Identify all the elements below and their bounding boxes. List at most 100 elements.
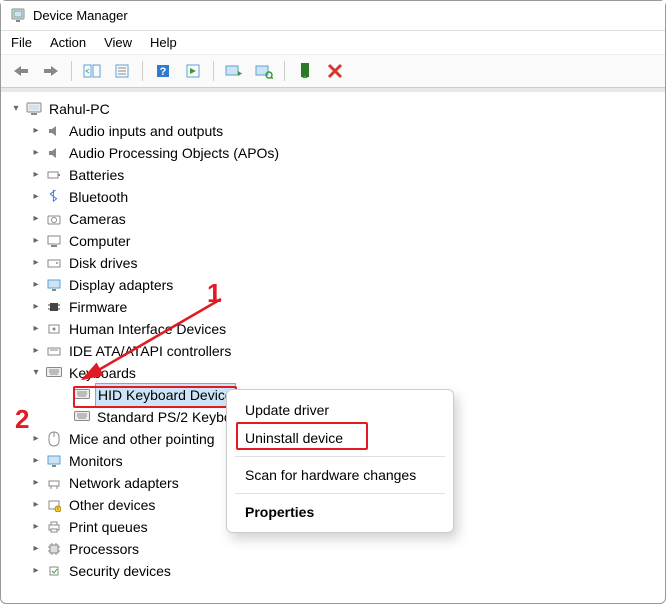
svg-text:!: ! (57, 507, 58, 512)
chevron-right-icon[interactable]: ▸ (29, 168, 43, 182)
chevron-right-icon[interactable]: ▸ (29, 300, 43, 314)
context-separator (235, 456, 445, 457)
camera-icon (45, 210, 63, 228)
monitor-icon (45, 452, 63, 470)
toolbar-separator (213, 61, 214, 81)
tree-category[interactable]: ▸ Bluetooth (1, 186, 665, 208)
menu-help[interactable]: Help (150, 35, 177, 50)
show-hide-tree-button[interactable] (80, 59, 104, 83)
tree-category[interactable]: ▸ Cameras (1, 208, 665, 230)
network-icon (45, 474, 63, 492)
app-icon (9, 7, 27, 25)
chevron-right-icon[interactable]: ▸ (29, 476, 43, 490)
chevron-down-icon[interactable]: ▾ (9, 102, 23, 116)
back-button[interactable] (9, 59, 33, 83)
chevron-right-icon[interactable]: ▸ (29, 278, 43, 292)
chevron-right-icon[interactable]: ▸ (29, 498, 43, 512)
tree-category[interactable]: ▸ Computer (1, 230, 665, 252)
firmware-icon (45, 298, 63, 316)
category-label: IDE ATA/ATAPI controllers (67, 340, 233, 362)
keyboard-icon (73, 386, 91, 404)
context-scan-hardware[interactable]: Scan for hardware changes (229, 461, 451, 489)
context-menu: Update driver Uninstall device Scan for … (226, 389, 454, 533)
menu-view[interactable]: View (104, 35, 132, 50)
bluetooth-icon (45, 188, 63, 206)
chevron-right-icon[interactable]: ▸ (29, 520, 43, 534)
tree-category[interactable]: ▸ Processors (1, 538, 665, 560)
tree-category[interactable]: ▸ IDE ATA/ATAPI controllers (1, 340, 665, 362)
toolbar-separator (71, 61, 72, 81)
title-bar: Device Manager (1, 1, 665, 31)
chevron-right-icon[interactable]: ▸ (29, 432, 43, 446)
add-legacy-button[interactable] (293, 59, 317, 83)
chevron-right-icon[interactable]: ▸ (29, 454, 43, 468)
chevron-right-icon[interactable]: ▸ (29, 146, 43, 160)
audio-icon (45, 122, 63, 140)
tree-category-keyboards[interactable]: ▾Keyboards (1, 362, 665, 384)
tree-category[interactable]: ▸ Human Interface Devices (1, 318, 665, 340)
category-label: Cameras (67, 208, 128, 230)
category-label: Batteries (67, 164, 126, 186)
chevron-right-icon[interactable]: ▸ (29, 124, 43, 138)
category-label: Monitors (67, 450, 125, 472)
tree-root[interactable]: ▾ Rahul-PC (1, 98, 665, 120)
category-label: Bluetooth (67, 186, 130, 208)
chevron-right-icon[interactable]: ▸ (29, 322, 43, 336)
chevron-down-icon[interactable]: ▾ (29, 366, 43, 380)
category-label: Print queues (67, 516, 150, 538)
keyboard-icon (73, 408, 91, 426)
category-label: Network adapters (67, 472, 181, 494)
ide-icon (45, 342, 63, 360)
context-properties[interactable]: Properties (229, 498, 451, 526)
help-button[interactable]: ? (151, 59, 175, 83)
tree-category[interactable]: ▸Display adapters (1, 274, 665, 296)
category-label: Processors (67, 538, 141, 560)
chevron-right-icon[interactable]: ▸ (29, 542, 43, 556)
context-update-driver[interactable]: Update driver (229, 396, 451, 424)
tree-category[interactable]: ▸ Disk drives (1, 252, 665, 274)
tree-category[interactable]: ▸Audio Processing Objects (APOs) (1, 142, 665, 164)
uninstall-button[interactable] (323, 59, 347, 83)
other-icon: ! (45, 496, 63, 514)
hid-icon (45, 320, 63, 338)
svg-text:?: ? (160, 66, 167, 78)
device-label: HID Keyboard Device (95, 383, 236, 407)
chevron-right-icon[interactable]: ▸ (29, 212, 43, 226)
computer-icon (45, 232, 63, 250)
properties-button[interactable] (110, 59, 134, 83)
toolbar: ? (1, 54, 665, 88)
category-label: Mice and other pointing (67, 428, 217, 450)
keyboard-icon (45, 364, 63, 382)
tree-category[interactable]: ▸ Batteries (1, 164, 665, 186)
device-label: Standard PS/2 Keybo (95, 406, 234, 428)
chevron-right-icon[interactable]: ▸ (29, 234, 43, 248)
mouse-icon (45, 430, 63, 448)
chevron-right-icon[interactable]: ▸ (29, 344, 43, 358)
printer-icon (45, 518, 63, 536)
category-label: Security devices (67, 560, 173, 582)
chevron-right-icon[interactable]: ▸ (29, 190, 43, 204)
window-title: Device Manager (33, 8, 128, 23)
menu-bar: File Action View Help (1, 31, 665, 54)
menu-action[interactable]: Action (50, 35, 86, 50)
tree-category[interactable]: ▸ Security devices (1, 560, 665, 582)
forward-button[interactable] (39, 59, 63, 83)
menu-file[interactable]: File (11, 35, 32, 50)
chevron-right-icon[interactable]: ▸ (29, 256, 43, 270)
tree-category[interactable]: ▸ Audio inputs and outputs (1, 120, 665, 142)
context-separator (235, 493, 445, 494)
computer-icon (25, 100, 43, 118)
update-driver-button[interactable] (222, 59, 246, 83)
chevron-right-icon[interactable]: ▸ (29, 564, 43, 578)
category-label: Human Interface Devices (67, 318, 228, 340)
context-uninstall-device[interactable]: Uninstall device (229, 424, 451, 452)
tree-root-label: Rahul-PC (47, 98, 112, 120)
category-label: Audio inputs and outputs (67, 120, 225, 142)
action-button[interactable] (181, 59, 205, 83)
display-icon (45, 276, 63, 294)
security-icon (45, 562, 63, 580)
scan-hardware-button[interactable] (252, 59, 276, 83)
category-label: Disk drives (67, 252, 139, 274)
tree-category[interactable]: ▸Firmware (1, 296, 665, 318)
category-label: Computer (67, 230, 132, 252)
